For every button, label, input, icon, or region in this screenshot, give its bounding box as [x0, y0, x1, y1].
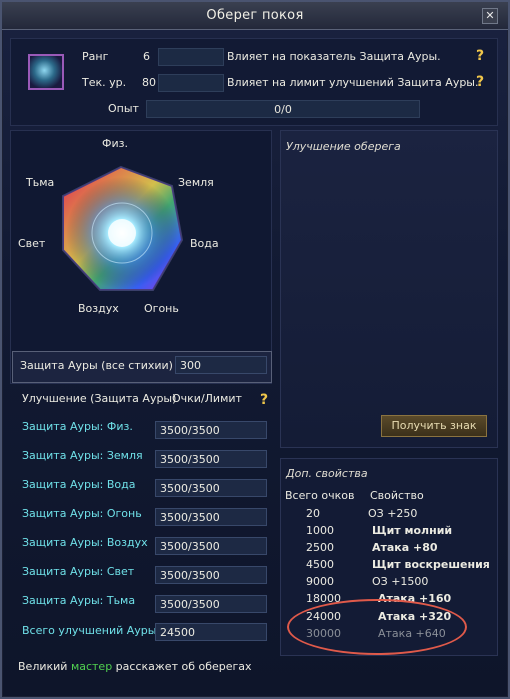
element-heptagon — [62, 165, 184, 291]
properties-col-prop: Свойство — [370, 489, 424, 502]
upgrade-label-earth: Защита Ауры: Земля — [22, 449, 143, 462]
upgrade-label-light: Защита Ауры: Свет — [22, 565, 135, 578]
property-name: Щит воскрешения — [372, 558, 490, 571]
upgrade-label-air: Защита Ауры: Воздух — [22, 536, 148, 549]
upgrade-label-fire: Защита Ауры: Огонь — [22, 507, 142, 520]
rank-label: Ранг — [82, 50, 109, 63]
amulet-icon[interactable] — [28, 54, 64, 90]
amulet-upgrade-title: Улучшение оберега — [286, 140, 401, 153]
rank-description: Влияет на показатель Защита Ауры. — [227, 50, 441, 63]
element-water[interactable]: Вода — [190, 237, 219, 250]
title-bar[interactable]: Оберег покоя ✕ — [2, 2, 508, 30]
rank-value: 6 — [143, 50, 150, 63]
upgrades-header: Улучшение (Защита Ауры) — [22, 392, 177, 405]
footer-hint[interactable]: Великий мастер расскажет об оберегах — [18, 660, 252, 673]
aura-label: Защита Ауры (все стихии) — [20, 359, 173, 372]
window-title: Оберег покоя — [206, 8, 304, 23]
property-points: 1000 — [306, 524, 334, 537]
upgrade-value-light: 3500/3500 — [155, 566, 267, 584]
element-earth[interactable]: Земля — [178, 176, 214, 189]
level-bar — [158, 74, 224, 92]
property-points: 4500 — [306, 558, 334, 571]
level-label: Тек. ур. — [82, 76, 127, 89]
level-value: 80 — [142, 76, 156, 89]
property-points: 2500 — [306, 541, 334, 554]
element-phys[interactable]: Физ. — [102, 137, 128, 150]
level-description: Влияет на лимит улучшений Защита Ауры. — [227, 76, 479, 89]
level-help-icon[interactable]: ? — [476, 74, 484, 90]
element-air[interactable]: Воздух — [78, 302, 119, 315]
upgrade-value-fire: 3500/3500 — [155, 508, 267, 526]
upgrades-total-label: Всего улучшений Ауры — [22, 624, 157, 637]
exp-value: 0/0 — [274, 103, 292, 116]
aura-value: 300 — [175, 356, 267, 374]
upgrade-label-dark: Защита Ауры: Тьма — [22, 594, 136, 607]
element-dark[interactable]: Тьма — [26, 176, 54, 189]
upgrade-label-phys: Защита Ауры: Физ. — [22, 420, 133, 433]
amulet-upgrade-panel — [280, 130, 498, 448]
footer-text-2: расскажет об оберегах — [112, 660, 252, 673]
get-sign-button[interactable]: Получить знак — [381, 415, 487, 437]
properties-title: Доп. свойства — [286, 467, 368, 480]
rank-bar — [158, 48, 224, 66]
property-name: ОЗ +1500 — [372, 575, 429, 588]
upgrade-label-water: Защита Ауры: Вода — [22, 478, 136, 491]
highlight-circle — [287, 599, 467, 655]
element-fire[interactable]: Огонь — [144, 302, 179, 315]
core-center — [108, 219, 136, 247]
upgrades-points-header: Очки/Лимит — [172, 392, 242, 405]
footer-master-link[interactable]: мастер — [71, 660, 112, 673]
property-points: 20 — [306, 507, 320, 520]
property-name: ОЗ +250 — [368, 507, 418, 520]
upgrade-value-earth: 3500/3500 — [155, 450, 267, 468]
exp-bar: 0/0 — [146, 100, 420, 118]
upgrade-value-air: 3500/3500 — [155, 537, 267, 555]
element-light[interactable]: Свет — [18, 237, 45, 250]
properties-col-points: Всего очков — [285, 489, 355, 502]
upgrade-value-water: 3500/3500 — [155, 479, 267, 497]
close-button[interactable]: ✕ — [482, 8, 498, 24]
upgrades-total-value: 24500 — [155, 623, 267, 641]
property-name: Атака +80 — [372, 541, 438, 554]
property-points: 9000 — [306, 575, 334, 588]
property-name: Щит молний — [372, 524, 453, 537]
upgrades-help-icon[interactable]: ? — [260, 392, 268, 408]
footer-text-1: Великий — [18, 660, 71, 673]
rank-help-icon[interactable]: ? — [476, 48, 484, 64]
upgrade-value-phys: 3500/3500 — [155, 421, 267, 439]
exp-label: Опыт — [108, 102, 139, 115]
upgrade-value-dark: 3500/3500 — [155, 595, 267, 613]
